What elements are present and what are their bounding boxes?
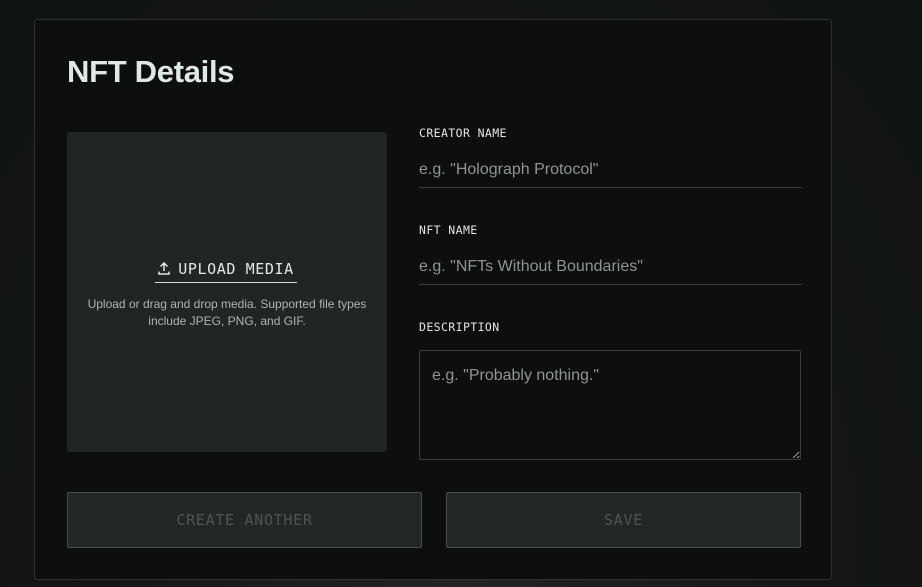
nft-name-label: NFT NAME [419,223,478,237]
upload-media-label: UPLOAD MEDIA [178,260,294,278]
save-button[interactable]: SAVE [446,492,801,548]
upload-media-button[interactable]: UPLOAD MEDIA [155,260,297,283]
description-textarea[interactable] [419,350,801,460]
creator-name-label: CREATOR NAME [419,126,507,140]
nft-name-input[interactable] [419,249,801,285]
nft-details-card: NFT Details UPLOAD MEDIA Upload or drag … [34,19,832,580]
creator-name-input[interactable] [419,152,801,188]
upload-help-text: Upload or drag and drop media. Supported… [87,297,367,328]
upload-icon [158,260,170,279]
media-dropzone[interactable]: UPLOAD MEDIA Upload or drag and drop med… [67,132,387,452]
create-another-button[interactable]: CREATE ANOTHER [67,492,422,548]
description-label: DESCRIPTION [419,320,500,334]
page-title: NFT Details [67,54,235,89]
